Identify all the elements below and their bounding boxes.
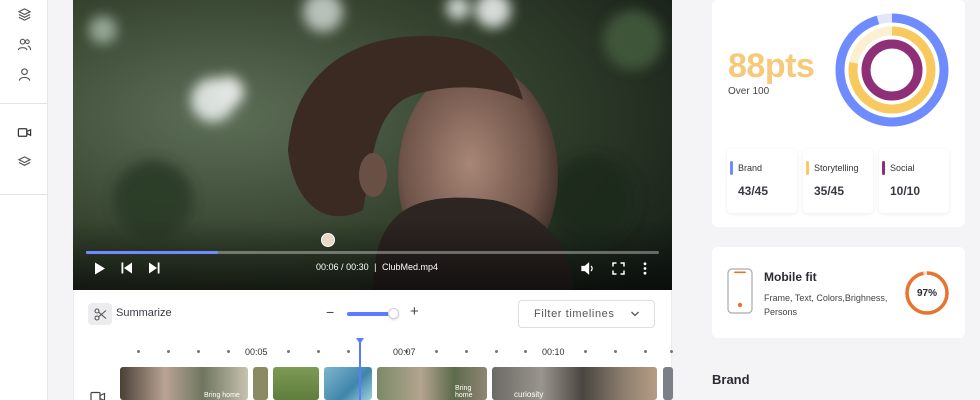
score-subtitle: Over 100: [728, 86, 770, 97]
timeline-tick: [287, 350, 290, 353]
timeline-tick: [197, 350, 200, 353]
video-player[interactable]: 00:06 / 00:30 | ClubMed.mp4: [73, 0, 672, 290]
metric-label: Storytelling: [814, 163, 859, 173]
fullscreen-button[interactable]: [610, 259, 626, 277]
summarize-button[interactable]: Summarize: [116, 307, 172, 319]
metric-storytelling: Storytelling 35/45: [803, 149, 873, 213]
timeline-label: 00:07: [393, 347, 416, 357]
sidebar-divider: [0, 194, 48, 195]
timeline-tick: [584, 350, 587, 353]
timeline-tick: [347, 350, 350, 353]
time-current: 00:06: [316, 262, 339, 272]
score-card: 88pts Over 100 Brand 43/45 Storytelling …: [712, 0, 965, 227]
chevron-down-icon: [630, 307, 640, 324]
timeline-tick: [670, 350, 673, 353]
zoom-in-button[interactable]: +: [410, 303, 419, 320]
mobile-fit-percent: 97%: [916, 288, 937, 299]
filter-timelines-dropdown[interactable]: Filter timelines: [518, 300, 655, 328]
stack-icon[interactable]: [16, 154, 32, 170]
skip-forward-button[interactable]: [147, 259, 161, 277]
timeline-label: 00:10: [542, 347, 565, 357]
video-track-icon: [90, 390, 106, 400]
metric-brand: Brand 43/45: [727, 149, 797, 213]
timeline-tick: [614, 350, 617, 353]
timeline-clip[interactable]: Bring home: [377, 367, 487, 400]
timeline-clip[interactable]: [663, 367, 673, 400]
user-icon[interactable]: [16, 66, 32, 82]
layers-icon[interactable]: [16, 6, 32, 22]
timeline-clip[interactable]: [273, 367, 319, 400]
editor-toolbar: Summarize − + Filter timelines: [73, 290, 672, 338]
left-sidebar: [0, 0, 48, 400]
timeline-tick: [644, 350, 647, 353]
clip-caption: Bring home: [204, 392, 240, 399]
metric-social: Social 10/10: [879, 149, 949, 213]
skip-back-button[interactable]: [120, 259, 134, 277]
zoom-slider-thumb[interactable]: [388, 308, 399, 319]
score-value: 88pts: [728, 47, 815, 85]
score-donut-chart: [835, 13, 949, 127]
metric-value: 10/10: [890, 184, 921, 198]
timeline-tick: [465, 350, 468, 353]
time-separator: /: [341, 262, 344, 272]
timeline-clip[interactable]: Bring home: [120, 367, 248, 400]
timeline-tick: [227, 350, 230, 353]
timeline-tick: [435, 350, 438, 353]
volume-button[interactable]: [580, 259, 596, 277]
donut-arc-social: [861, 39, 923, 101]
mobile-fit-title: Mobile fit: [764, 270, 817, 284]
filter-timelines-label: Filter timelines: [534, 308, 615, 320]
timeline-label: 00:05: [245, 347, 268, 357]
users-icon[interactable]: [16, 36, 32, 52]
timecode: 00:06 / 00:30 | ClubMed.mp4: [316, 262, 438, 272]
play-button[interactable]: [93, 259, 107, 277]
timeline-tick: [137, 350, 140, 353]
metric-color-bar: [730, 161, 733, 175]
app-root: 00:06 / 00:30 | ClubMed.mp4 Summarize − …: [0, 0, 980, 400]
metric-color-bar: [806, 161, 809, 175]
metric-label: Social: [890, 163, 915, 173]
time-divider: |: [374, 262, 377, 272]
metric-value: 43/45: [738, 184, 769, 198]
metric-color-bar: [882, 161, 885, 175]
metric-value: 35/45: [814, 184, 845, 198]
brand-section-heading: Brand: [712, 372, 750, 387]
zoom-slider-fill: [347, 312, 389, 316]
mobile-fit-description: Frame, Text, Colors,Brighness, Persons: [764, 293, 888, 317]
time-total: 00:30: [346, 262, 369, 272]
mobile-fit-card: Mobile fit Frame, Text, Colors,Brighness…: [712, 247, 965, 338]
timeline-tick: [317, 350, 320, 353]
metric-label: Brand: [738, 163, 763, 173]
zoom-out-button[interactable]: −: [326, 304, 334, 320]
timeline-clip[interactable]: curiosity: [492, 367, 657, 400]
clip-caption: Bring home: [455, 385, 473, 399]
timeline-clip[interactable]: [253, 367, 268, 400]
more-options-button[interactable]: [639, 259, 651, 277]
scissors-icon[interactable]: [88, 303, 112, 325]
video-camera-icon[interactable]: [16, 124, 32, 140]
mobile-phone-icon: [727, 268, 753, 319]
video-progress-fill: [86, 251, 218, 254]
clip-caption: curiosity: [514, 390, 544, 399]
sidebar-divider: [0, 103, 48, 104]
file-name: ClubMed.mp4: [381, 262, 439, 272]
timeline[interactable]: 00:05 00:07 00:10 Bring home Bring home …: [73, 338, 673, 400]
scrub-preview-thumb[interactable]: [321, 233, 335, 247]
playhead[interactable]: [359, 338, 361, 400]
timeline-tick: [524, 350, 527, 353]
timeline-clip[interactable]: [324, 367, 372, 400]
video-progress-bar[interactable]: [86, 251, 659, 254]
timeline-tick: [495, 350, 498, 353]
controls-shade: [73, 220, 672, 290]
timeline-tick: [167, 350, 170, 353]
